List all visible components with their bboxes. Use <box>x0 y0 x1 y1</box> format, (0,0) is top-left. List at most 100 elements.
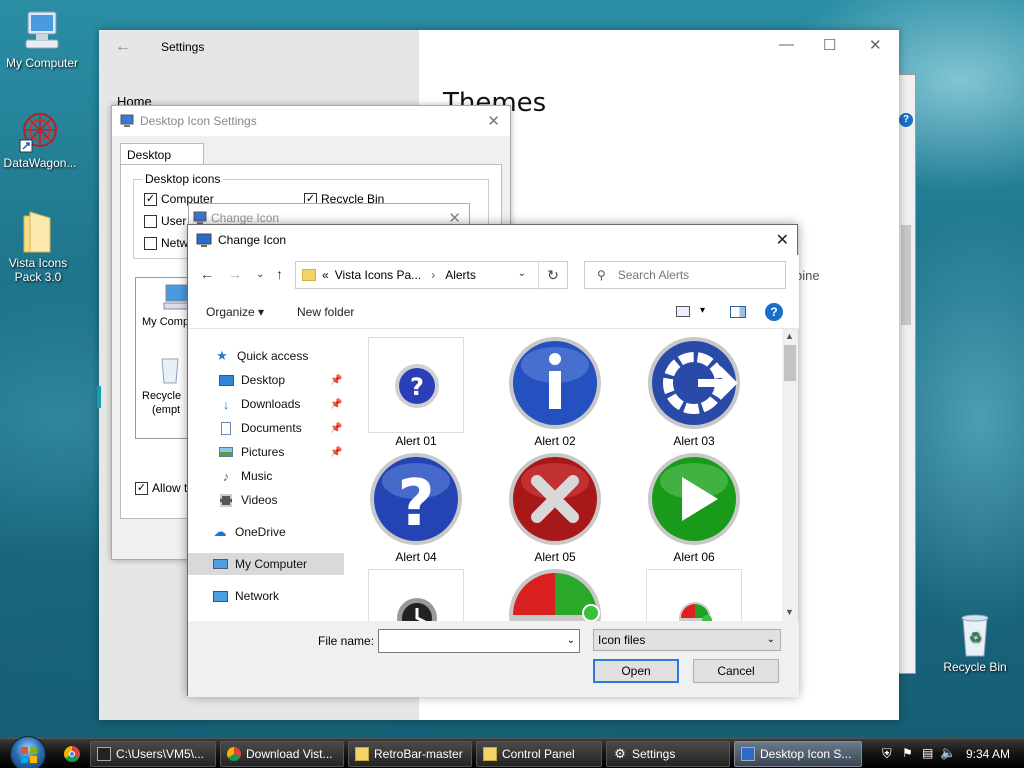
desktop-icon-datawagon[interactable]: DataWagon... <box>0 110 82 170</box>
folder-icon <box>23 211 51 253</box>
checkbox-box <box>144 214 157 228</box>
icon-preview-list[interactable]: My Comp Recycle (empt <box>135 277 195 439</box>
file-item[interactable] <box>644 569 744 621</box>
desktop-icon-my-computer[interactable]: My Computer <box>0 10 84 70</box>
desktop-icon-recycle-bin[interactable]: ♻ Recycle Bin <box>933 612 1017 674</box>
start-button[interactable] <box>10 736 46 768</box>
info-icon <box>509 337 601 429</box>
pin-icon: 📌 <box>330 398 343 410</box>
file-item[interactable] <box>366 569 466 621</box>
search-icon: ⚲ <box>597 268 606 282</box>
taskbar-item-control-panel[interactable]: Control Panel <box>476 741 602 767</box>
icon-label: (empt <box>152 404 181 416</box>
file-name-input[interactable]: ⌄ <box>378 629 580 653</box>
chrome-quicklaunch-icon[interactable] <box>64 746 80 762</box>
scroll-down-icon[interactable]: ▼ <box>785 607 794 617</box>
nav-item-desktop[interactable]: Desktop 📌 <box>218 369 356 391</box>
file-item-alert-05[interactable]: Alert 05 <box>505 453 605 564</box>
windows-flag-icon <box>21 747 37 763</box>
taskbar-clock[interactable]: 9:34 AM <box>966 747 1010 761</box>
checkbox-label: Netw <box>161 236 189 250</box>
file-item-alert-02[interactable]: Alert 02 <box>505 337 605 448</box>
monitor-icon <box>196 233 212 247</box>
breadcrumb-vista-icons[interactable]: Vista Icons Pa... <box>335 268 422 282</box>
breadcrumb-alerts[interactable]: Alerts <box>445 268 476 282</box>
taskbar-item-settings[interactable]: ⚙ Settings <box>606 741 730 767</box>
nav-item-music[interactable]: ♪ Music <box>218 465 273 487</box>
file-item[interactable] <box>505 569 605 621</box>
file-label: Alert 04 <box>395 550 437 564</box>
preview-pane-icon[interactable] <box>730 306 746 318</box>
network-checkbox[interactable]: Netw <box>144 236 188 250</box>
close-button[interactable]: ✕ <box>776 230 789 250</box>
new-folder-button[interactable]: New folder <box>297 305 354 319</box>
folder-icon <box>483 747 497 761</box>
chevron-down-icon[interactable]: ▾ <box>700 305 705 316</box>
file-item-alert-01[interactable]: ? Alert 01 <box>366 337 466 448</box>
close-button[interactable]: ✕ <box>869 36 882 54</box>
nav-item-onedrive[interactable]: ☁ OneDrive <box>212 521 286 543</box>
windows-logo-icon <box>679 602 712 621</box>
folder-icon <box>302 269 316 281</box>
back-arrow-icon[interactable]: ← <box>115 38 131 56</box>
desktop: My Computer DataWagon... Vista Icons Pac… <box>0 0 1024 738</box>
vertical-scrollbar[interactable]: ▲ ▼ <box>782 329 798 621</box>
user-checkbox[interactable]: User <box>144 214 186 228</box>
nav-item-network[interactable]: Network <box>212 585 279 607</box>
taskbar-item-cmd[interactable]: C:\Users\VM5\... <box>90 741 216 767</box>
tab-desktop-icons[interactable]: Desktop Icons <box>120 143 204 176</box>
checkbox-box <box>144 236 157 250</box>
scrollbar-thumb[interactable] <box>784 345 796 381</box>
background-window: ? <box>898 74 916 674</box>
dialog-footer: File name: ⌄ Icon files ⌄ Open Cancel <box>188 621 799 697</box>
recent-chevron-icon[interactable]: ⌄ <box>256 269 264 280</box>
monitor-icon <box>193 211 207 224</box>
back-arrow-icon[interactable]: ← <box>200 266 214 282</box>
maximize-button[interactable]: ☐ <box>823 36 836 54</box>
action-center-icon[interactable]: ⚑ <box>902 746 913 760</box>
open-button[interactable]: Open <box>593 659 679 683</box>
dialog-titlebar: Desktop Icon Settings <box>112 106 510 136</box>
nav-label: Pictures <box>241 445 285 459</box>
file-item-alert-06[interactable]: Alert 06 <box>644 453 744 564</box>
chevron-down-icon[interactable]: ⌄ <box>567 635 575 646</box>
scroll-up-icon[interactable]: ▲ <box>785 331 794 341</box>
refresh-button[interactable]: ↻ <box>538 261 568 289</box>
taskbar-item-retrobar[interactable]: RetroBar-master <box>348 741 472 767</box>
network-tray-icon[interactable]: ▤ <box>922 746 933 760</box>
help-icon[interactable]: ? <box>765 303 783 321</box>
view-options-icon[interactable] <box>676 306 690 317</box>
cancel-button[interactable]: Cancel <box>693 659 779 683</box>
desktop-icon-vista-pack[interactable]: Vista Icons Pack 3.0 <box>0 210 80 284</box>
forward-arrow-icon[interactable]: → <box>228 266 242 282</box>
file-thumbnail <box>507 453 603 549</box>
nav-item-documents[interactable]: Documents 📌 <box>218 417 356 439</box>
organize-button[interactable]: Organize ▾ <box>206 305 264 319</box>
nav-label: OneDrive <box>235 525 286 539</box>
volume-icon[interactable]: 🔈 <box>940 745 956 761</box>
file-type-select[interactable]: Icon files ⌄ <box>593 629 781 651</box>
file-item-alert-04[interactable]: ? Alert 04 <box>366 453 466 564</box>
nav-item-downloads[interactable]: ↓ Downloads 📌 <box>218 393 356 415</box>
close-button[interactable]: ✕ <box>487 112 500 130</box>
taskbar-item-chrome[interactable]: Download Vist... <box>220 741 344 767</box>
taskbar-item-desktop-icon-settings[interactable]: Desktop Icon S... <box>734 741 862 767</box>
chevron-down-icon[interactable]: ⌄ <box>518 268 526 279</box>
nav-item-my-computer[interactable]: My Computer <box>188 553 344 575</box>
gear-icon: ⚙ <box>614 746 626 761</box>
search-box[interactable]: ⚲ Search Alerts <box>584 261 786 289</box>
defender-icon[interactable]: ⛨ <box>882 746 892 762</box>
nav-item-quick-access[interactable]: ★ Quick access <box>214 345 308 367</box>
file-thumbnail <box>646 569 742 621</box>
file-item-alert-03[interactable]: Alert 03 <box>644 337 744 448</box>
cloud-icon: ☁ <box>213 524 227 539</box>
nav-item-pictures[interactable]: Pictures 📌 <box>218 441 356 463</box>
address-bar[interactable]: « Vista Icons Pa... › Alerts ⌄ <box>295 261 565 289</box>
allow-themes-checkbox[interactable]: ✓ Allow t <box>135 481 187 495</box>
change-icon-dialog: Change Icon ✕ ← → ⌄ ↑ « Vista Icons Pa..… <box>187 224 799 697</box>
nav-item-videos[interactable]: Videos <box>218 489 277 511</box>
navigation-pane: ★ Quick access Desktop 📌 ↓ Downloads 📌 D… <box>188 329 356 621</box>
play-icon <box>648 453 740 545</box>
minimize-button[interactable]: — <box>779 36 794 53</box>
up-arrow-icon[interactable]: ↑ <box>276 266 283 282</box>
